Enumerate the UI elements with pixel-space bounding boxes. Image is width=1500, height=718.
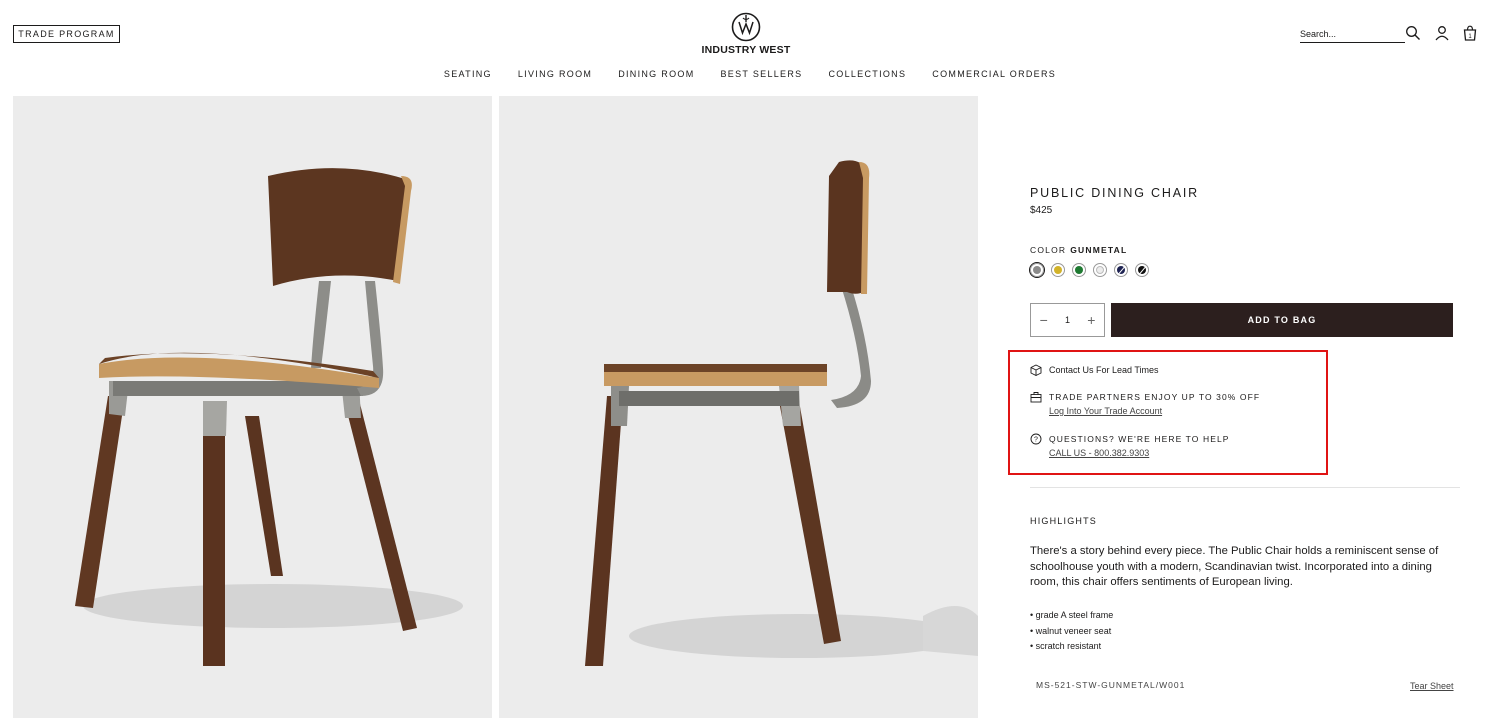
brand-logo[interactable]: INDUSTRY WEST [700, 12, 792, 56]
swatch-green[interactable] [1072, 263, 1086, 277]
account-icon[interactable] [1434, 25, 1450, 41]
tear-sheet-link[interactable]: Tear Sheet [1410, 681, 1454, 691]
nav-item-commercial-orders[interactable]: COMMERCIAL ORDERS [932, 69, 1056, 79]
swatch-yellow-fill [1054, 266, 1062, 274]
trade-program-button[interactable]: TRADE PROGRAM [13, 25, 120, 43]
product-title: PUBLIC DINING CHAIR [1030, 186, 1199, 200]
feature-item: • scratch resistant [1030, 641, 1102, 651]
swatch-gunmetal-fill [1033, 266, 1041, 274]
nav-item-living-room[interactable]: LIVING ROOM [518, 69, 592, 79]
search-icon[interactable] [1405, 25, 1421, 41]
search-input[interactable] [1300, 29, 1405, 39]
main-nav: SEATING LIVING ROOM DINING ROOM BEST SEL… [0, 69, 1500, 79]
divider [1030, 487, 1460, 488]
swatch-green-fill [1075, 266, 1083, 274]
product-image-side[interactable] [499, 96, 978, 718]
swatch-white-fill [1096, 266, 1104, 274]
feature-item: • grade A steel frame [1030, 610, 1114, 620]
quantity-decrease-button[interactable]: − [1040, 312, 1048, 328]
logo-emblem-icon [731, 12, 761, 42]
quantity-value[interactable]: 1 [1065, 315, 1070, 325]
color-label: COLOR GUNMETAL [1030, 245, 1127, 255]
selected-color-name: GUNMETAL [1070, 245, 1128, 255]
nav-item-best-sellers[interactable]: BEST SELLERS [721, 69, 803, 79]
swatch-black[interactable] [1135, 263, 1149, 277]
product-sku: MS-521-STW-GUNMETAL/W001 [1036, 680, 1186, 690]
color-swatches [1030, 263, 1149, 277]
quantity-increase-button[interactable]: + [1087, 312, 1095, 328]
swatch-white[interactable] [1093, 263, 1107, 277]
product-price: $425 [1030, 205, 1053, 216]
annotation-highlight-box [1008, 350, 1328, 475]
cart-count: 1 [1468, 34, 1472, 40]
feature-item: • walnut veneer seat [1030, 625, 1112, 636]
search-box [1300, 26, 1405, 43]
swatch-navy[interactable] [1114, 263, 1128, 277]
nav-item-dining-room[interactable]: DINING ROOM [618, 69, 694, 79]
color-label-text: COLOR [1030, 245, 1067, 255]
shopping-bag-icon[interactable]: 1 [1462, 25, 1478, 41]
nav-item-seating[interactable]: SEATING [444, 69, 492, 79]
nav-item-collections[interactable]: COLLECTIONS [828, 69, 906, 79]
feature-list: • grade A steel frame • walnut veneer se… [1030, 608, 1113, 655]
add-to-bag-button[interactable]: ADD TO BAG [1111, 303, 1453, 337]
highlights-heading: HIGHLIGHTS [1030, 516, 1098, 526]
swatch-gunmetal[interactable] [1030, 263, 1044, 277]
product-description: There's a story behind every piece. The … [1030, 545, 1439, 588]
quantity-stepper: − 1 + [1030, 303, 1105, 337]
product-image-front[interactable] [13, 96, 492, 718]
logo-text: INDUSTRY WEST [701, 44, 791, 56]
swatch-yellow[interactable] [1051, 263, 1065, 277]
